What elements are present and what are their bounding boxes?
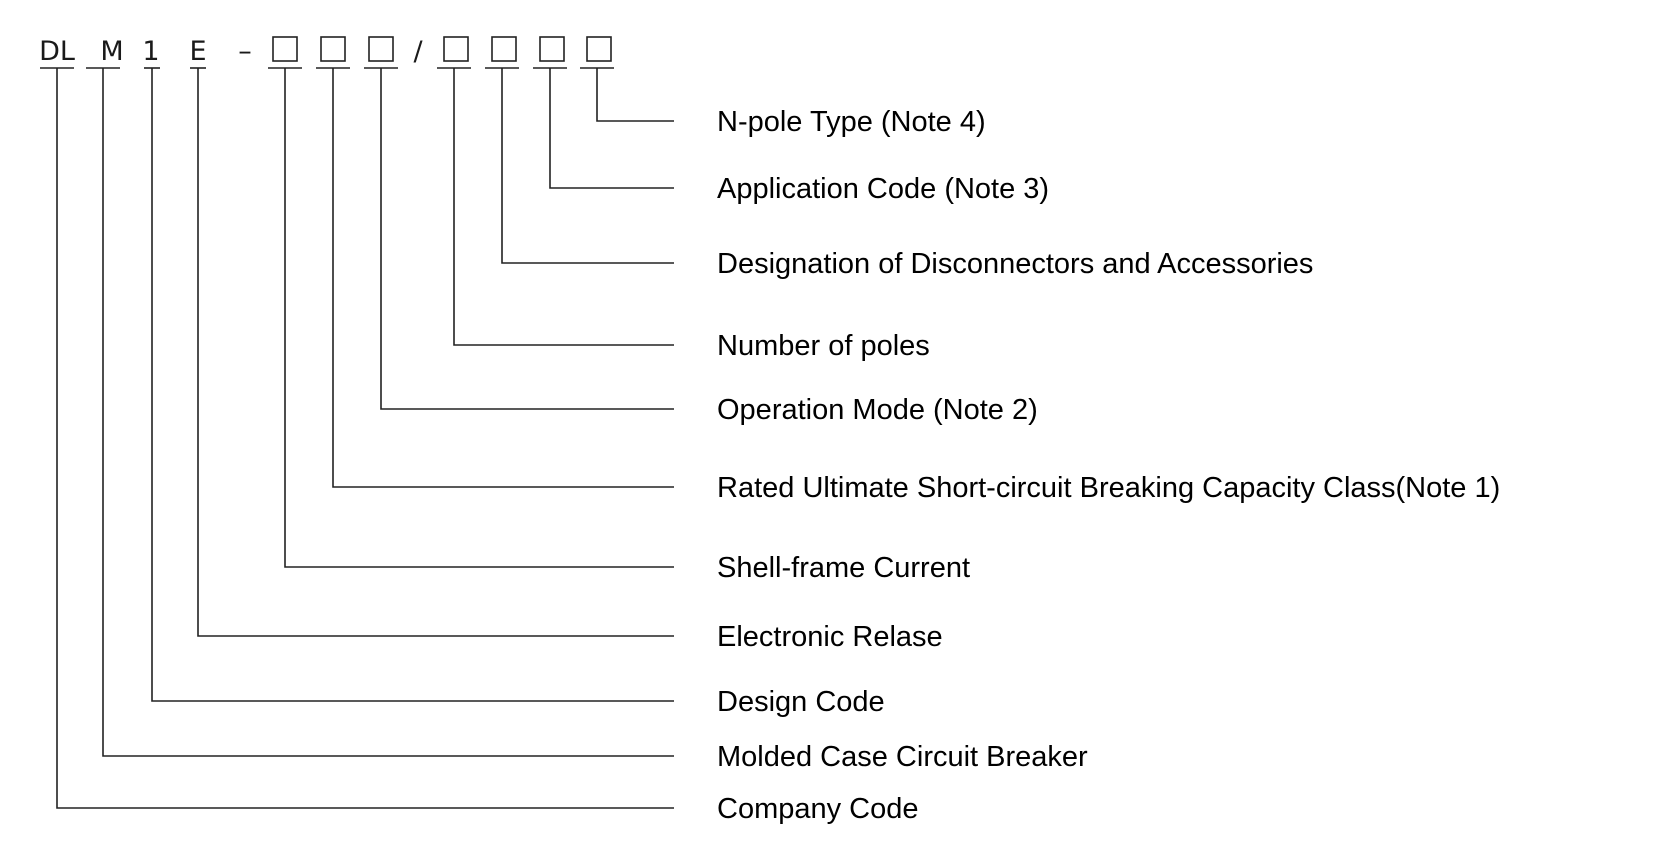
leader-line	[332, 68, 674, 488]
label-text: Number of poles	[717, 330, 930, 362]
label-text: Designation of Disconnectors and Accesso…	[717, 248, 1313, 280]
label-text: Design Code	[717, 686, 885, 718]
model-code-diagram: DL M 1 E – / N-pole Type (Note 4) Application …	[39, 36, 1500, 825]
code-segment: /	[413, 36, 423, 67]
code-segment: –	[238, 36, 252, 67]
code-placeholder-box	[272, 36, 298, 62]
leader-line	[453, 68, 674, 346]
label-text: Shell-frame Current	[717, 552, 970, 584]
code-placeholder-box	[443, 36, 469, 62]
code-segment: 1	[142, 36, 159, 67]
leader-line	[549, 68, 674, 189]
leader-line	[380, 68, 674, 410]
code-placeholder-box	[491, 36, 517, 62]
leader-line	[501, 68, 674, 264]
code-placeholder-box	[320, 36, 346, 62]
label-text: Company Code	[717, 793, 919, 825]
code-segment: DL	[39, 36, 75, 67]
labels: N-pole Type (Note 4) Application Code (No…	[717, 106, 1500, 825]
leader-line	[596, 68, 674, 122]
label-text: N-pole Type (Note 4)	[717, 106, 986, 138]
leader-line	[56, 68, 674, 809]
label-text: Application Code (Note 3)	[717, 173, 1049, 205]
code-placeholder-box	[586, 36, 612, 62]
leader-line	[151, 68, 674, 702]
label-text: Rated Ultimate Short-circuit Breaking Ca…	[717, 472, 1500, 504]
model-code: DL M 1 E – /	[39, 36, 612, 67]
leader-lines	[40, 67, 674, 809]
leader-line	[102, 68, 674, 757]
label-text: Operation Mode (Note 2)	[717, 394, 1038, 426]
label-text: Molded Case Circuit Breaker	[717, 741, 1088, 773]
label-text: Electronic Relase	[717, 621, 943, 653]
code-segment: M	[100, 36, 123, 67]
leader-line	[284, 68, 674, 568]
code-placeholder-box	[368, 36, 394, 62]
leader-line	[197, 68, 674, 637]
code-segment: E	[189, 36, 206, 67]
code-placeholder-box	[539, 36, 565, 62]
